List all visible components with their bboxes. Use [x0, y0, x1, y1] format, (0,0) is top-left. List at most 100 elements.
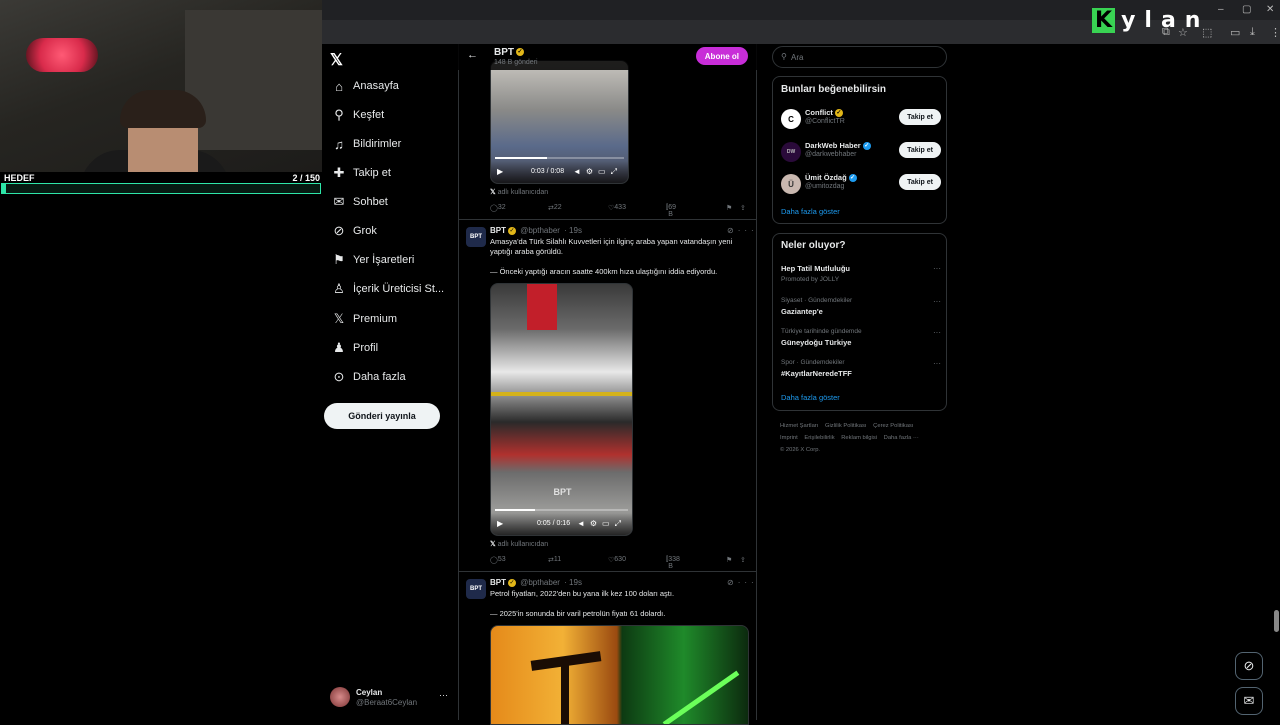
repost-button[interactable]: ⇄ 22 [548, 204, 562, 212]
view-count: 69 B [668, 204, 677, 218]
sidebar-item-notifications[interactable]: ♫ Bildirimler [330, 130, 401, 158]
views-button[interactable]: ⫿ 69 B [666, 204, 676, 218]
tweet-author[interactable]: BPT [490, 226, 506, 235]
more-icon[interactable]: ··· [933, 328, 941, 337]
avatar: DW [781, 142, 801, 162]
tweet-actions: ◯ 53 ⇄ 11 ♡ 630 ⫿ 338 B ⚑ ⇪ [490, 556, 750, 570]
sidebar-item-chat[interactable]: ✉ Sohbet [330, 188, 388, 216]
sidebar-item-more[interactable]: ⊙ Daha fazla [330, 363, 406, 391]
suggested-account[interactable]: Ü Ümit Özdağ ✓ @umitozdag Takip et [781, 171, 941, 197]
search-icon: ⚲ [781, 52, 787, 61]
page-title: BPT ✓ [494, 47, 524, 58]
sidebar-item-premium[interactable]: 𝕏 Premium [330, 305, 397, 333]
sidebar-item-follow[interactable]: ✚ Takip et [330, 159, 391, 187]
account-switcher[interactable]: Ceylan @Beraat6Ceylan ··· [328, 684, 452, 710]
video-progress-bar[interactable] [495, 509, 628, 511]
tweet-handle[interactable]: @bpthaber [520, 226, 560, 235]
avatar[interactable]: BPT [466, 227, 486, 247]
trend-item[interactable]: Siyaset · Gündemdekiler Gaziantep'e ··· [781, 297, 941, 321]
minimize-icon[interactable]: – [1218, 4, 1224, 15]
suggested-account[interactable]: C Conflict ✓ @ConflictTR Takip et [781, 106, 941, 132]
subscribe-button[interactable]: Abone ol [695, 47, 748, 65]
repost-button[interactable]: ⇄ 11 [548, 556, 561, 564]
tweet-video[interactable]: ▶ 0:03 / 0:08 ◄⚙▭⤢ [490, 60, 629, 184]
trend-item[interactable]: Hep Tatil Mutluluğu Promoted by JOLLY ··… [781, 264, 941, 288]
source-note-text: adlı kullanıcıdan [497, 189, 549, 196]
like-button[interactable]: ♡ 433 [608, 204, 626, 212]
share-icon[interactable]: ⇪ [740, 556, 746, 564]
panel-title: Neler oluyor? [781, 240, 846, 251]
video-progress-fill [495, 157, 547, 159]
share-icon[interactable]: ⇪ [740, 204, 746, 212]
play-icon[interactable]: ▶ [497, 519, 503, 528]
footer-link[interactable]: Imprint [780, 435, 798, 441]
tweet-image[interactable] [490, 625, 749, 725]
follow-button[interactable]: Takip et [899, 174, 941, 190]
bell-icon: ♫ [334, 136, 344, 152]
video-tool-icons[interactable]: ◄⚙▭⤢ [577, 519, 626, 529]
maximize-icon[interactable]: ▢ [1242, 4, 1251, 15]
x-logo-icon: 𝕏 [490, 189, 496, 196]
show-more-link[interactable]: Daha fazla göster [781, 207, 840, 216]
bookmark-icon[interactable]: ⚑ [726, 204, 732, 212]
trend-item[interactable]: Spor · Gündemdekiler #KayıtlarNeredeTFF … [781, 359, 941, 383]
video-tool-icons[interactable]: ◄⚙▭⤢ [573, 167, 622, 177]
show-more-link[interactable]: Daha fazla göster [781, 393, 840, 402]
views-button[interactable]: ⫿ 338 B [666, 556, 680, 570]
sidebar-item-grok[interactable]: ⊘ Grok [330, 217, 377, 245]
close-icon[interactable]: ✕ [1266, 4, 1274, 15]
more-icon[interactable]: ··· [439, 690, 448, 700]
more-icon[interactable]: ··· [933, 297, 941, 306]
sidebar-item-bookmarks[interactable]: ⚑ Yer İşaretleri [330, 246, 414, 274]
follow-button[interactable]: Takip et [899, 109, 941, 125]
suggested-account[interactable]: DW DarkWeb Haber ✓ @darkwebhaber Takip et [781, 139, 941, 165]
more-icon[interactable]: ··· [738, 578, 758, 587]
sidebar-item-creator-studio[interactable]: ♙ İçerik Üreticisi St... [330, 275, 444, 303]
play-icon[interactable]: ▶ [497, 167, 503, 176]
more-icon[interactable]: ··· [933, 359, 941, 368]
goal-count: 2 / 150 [292, 173, 320, 183]
tweet-text: Amasya'da Türk Silahlı Kuvvetleri için i… [490, 237, 733, 256]
more-icon[interactable]: ··· [738, 226, 758, 235]
messages-fab-icon[interactable]: ✉ [1235, 687, 1263, 715]
webcam-overlay [0, 0, 322, 172]
download-icon[interactable]: ⤓ [1250, 26, 1255, 39]
reply-button[interactable]: ◯ 32 [490, 204, 506, 212]
profile-header: ← BPT ✓ 148 B gönderi Abone ol [458, 44, 757, 70]
reply-count: 53 [497, 556, 506, 563]
sidebar-item-home[interactable]: ⌂ Anasayfa [330, 72, 399, 100]
reply-button[interactable]: ◯ 53 [490, 556, 506, 564]
back-arrow-icon[interactable]: ← [467, 49, 478, 61]
grok-icon[interactable]: ⊘ [727, 226, 738, 235]
like-button[interactable]: ♡ 630 [608, 556, 626, 564]
footer-link[interactable]: Hizmet Şartları [780, 423, 818, 429]
brand-logo-text: ylan [1121, 8, 1210, 33]
sidebar-icon[interactable]: ▭ [1230, 26, 1240, 39]
grok-fab-icon[interactable]: ⊘ [1235, 652, 1263, 680]
bookmark-icon[interactable]: ⚑ [726, 556, 732, 564]
tweet-tools: ⊘··· [727, 226, 758, 235]
search-input[interactable]: ⚲ Ara [772, 46, 947, 68]
more-icon[interactable]: ··· [933, 264, 941, 273]
footer-link[interactable]: Reklam bilgisi [841, 435, 877, 441]
tweet-text: — Önceki yaptığı aracın saatte 400km hız… [490, 267, 718, 276]
goal-label: HEDEF [4, 173, 35, 183]
menu-icon[interactable]: ⋮ [1270, 26, 1280, 39]
footer-link[interactable]: Daha fazla ··· [884, 435, 919, 441]
follow-button[interactable]: Takip et [899, 142, 941, 158]
footer-link[interactable]: Gizlilik Politikası [825, 423, 867, 429]
trend-item[interactable]: Türkiye tarihinde gündemde Güneydoğu Tür… [781, 328, 941, 352]
scrollbar[interactable] [1274, 610, 1279, 632]
sidebar-item-explore[interactable]: ⚲ Keşfet [330, 101, 384, 129]
tweet-author[interactable]: BPT [490, 578, 506, 587]
post-button[interactable]: Gönderi yayınla [324, 403, 440, 429]
tweet-handle[interactable]: @bpthaber [520, 578, 560, 587]
like-count: 433 [614, 204, 626, 211]
video-progress-bar[interactable] [495, 157, 624, 159]
tweet-video[interactable]: BPT ▶ 0:05 / 0:16 ◄⚙▭⤢ [490, 283, 633, 536]
grok-icon[interactable]: ⊘ [727, 578, 738, 587]
footer-link[interactable]: Erişilebilirlik [804, 435, 834, 441]
sidebar-item-profile[interactable]: ♟ Profil [330, 334, 378, 362]
footer-link[interactable]: Çerez Politikası [873, 423, 913, 429]
avatar[interactable]: BPT [466, 579, 486, 599]
